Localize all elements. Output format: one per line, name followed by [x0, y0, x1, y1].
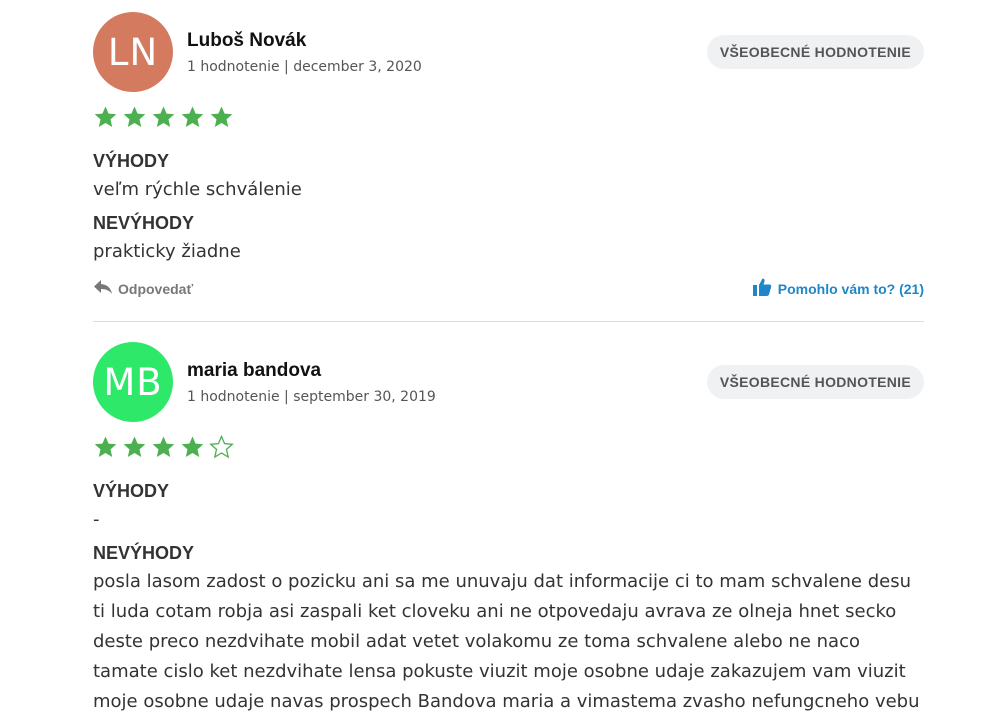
star-filled-icon — [181, 436, 204, 457]
review-type-badge: VŠEOBECNÉ HODNOTENIE — [706, 35, 924, 69]
helpful-button[interactable]: Pomohlo vám to? (21) — [752, 277, 924, 300]
star-filled-icon — [94, 106, 117, 127]
pros-label: VÝHODY — [93, 151, 170, 171]
reply-button[interactable]: Odpovedať — [93, 279, 193, 298]
star-filled-icon — [123, 436, 146, 457]
star-filled-icon — [210, 106, 233, 127]
star-filled-icon — [152, 106, 175, 127]
avatar: LN — [93, 12, 173, 92]
star-empty-icon — [209, 435, 234, 459]
thumbs-up-icon — [752, 277, 778, 300]
helpful-label: Pomohlo vám to? (21) — [777, 280, 924, 297]
review-meta: 1 hodnotenie | december 3, 2020 — [187, 59, 422, 75]
cons-text: posla lasom zadost o pozicku ani sa me u… — [93, 571, 920, 712]
star-filled-icon — [152, 436, 175, 457]
star-rating — [93, 435, 238, 460]
star-filled-icon — [94, 436, 117, 457]
review-meta: 1 hodnotenie | september 30, 2019 — [187, 389, 436, 405]
star-rating — [93, 105, 238, 130]
star-filled-icon — [181, 106, 204, 127]
star-filled-icon — [123, 106, 146, 127]
pros-label: VÝHODY — [93, 481, 170, 501]
cons-label: NEVÝHODY — [93, 213, 195, 233]
avatar-initials: MB — [103, 360, 163, 404]
reviews-page: LN Luboš Novák 1 hodnotenie | december 3… — [0, 0, 991, 716]
reply-label: Odpovedať — [118, 280, 194, 297]
avatar-initials: LN — [107, 30, 159, 74]
cons-label: NEVÝHODY — [93, 543, 195, 563]
reply-arrow-icon — [93, 279, 118, 298]
pros-text: - — [93, 509, 100, 530]
reviewer-name[interactable]: Luboš Novák — [187, 30, 306, 52]
cons-text: prakticky žiadne — [93, 241, 241, 262]
review-divider — [93, 321, 924, 322]
pros-text: veľm rýchle schválenie — [93, 179, 302, 200]
reviewer-name[interactable]: maria bandova — [187, 360, 321, 382]
avatar: MB — [93, 342, 173, 422]
review-type-badge: VŠEOBECNÉ HODNOTENIE — [706, 365, 924, 399]
